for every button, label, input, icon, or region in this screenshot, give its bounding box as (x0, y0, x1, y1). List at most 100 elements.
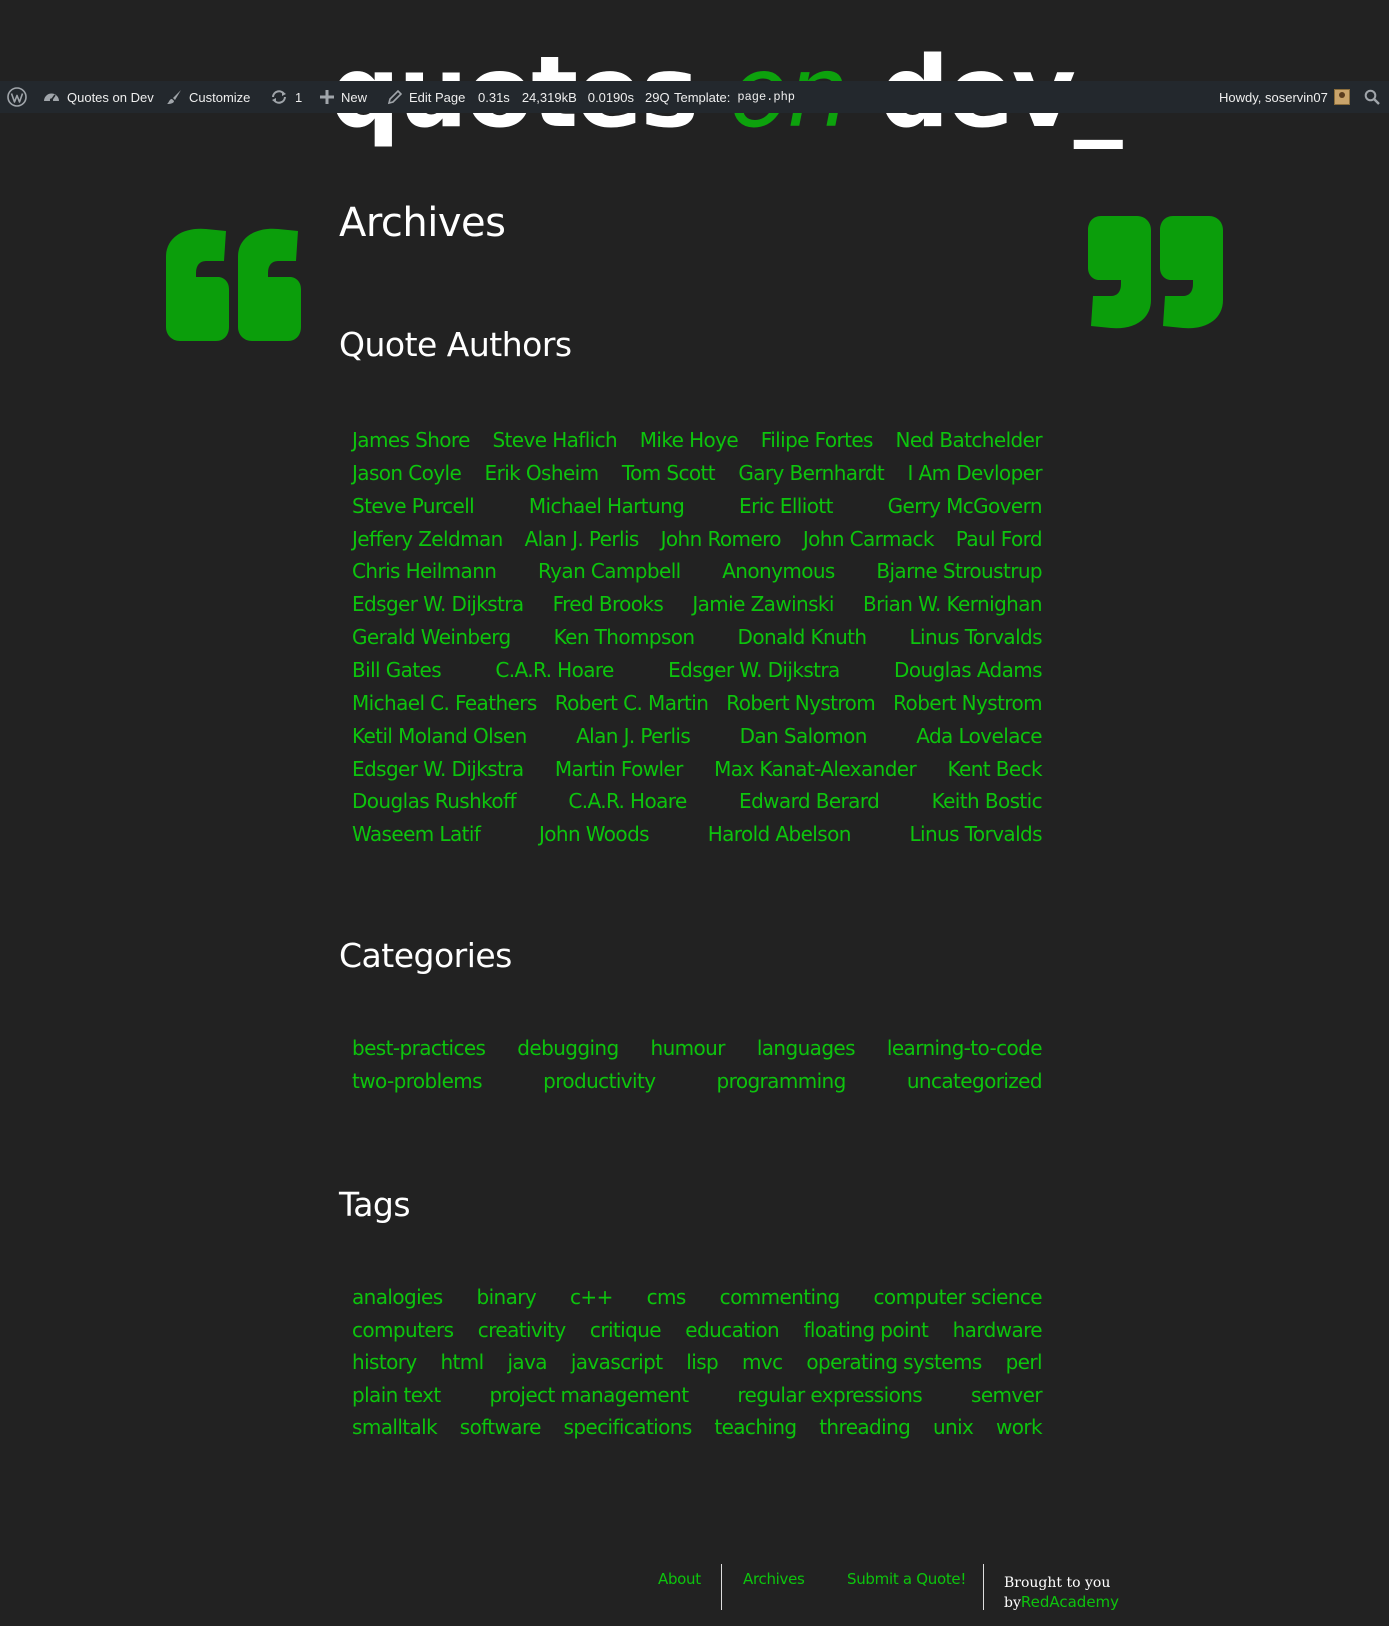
author-link-robert-nystrom[interactable]: Robert Nystrom (726, 691, 875, 715)
author-link-robert-nystrom[interactable]: Robert Nystrom (893, 691, 1042, 715)
footer-link-archives[interactable]: Archives (743, 1570, 805, 1588)
author-link-alan-j-perlis[interactable]: Alan J. Perlis (576, 724, 691, 748)
wordpress-menu[interactable] (7, 81, 27, 113)
tag-link-mvc[interactable]: mvc (742, 1350, 783, 1374)
template-info[interactable]: Template: page.php (674, 81, 795, 113)
author-link-alan-j-perlis[interactable]: Alan J. Perlis (525, 527, 640, 551)
author-link-gerald-weinberg[interactable]: Gerald Weinberg (352, 625, 511, 649)
footer-link-about[interactable]: About (658, 1570, 701, 1588)
author-link-martin-fowler[interactable]: Martin Fowler (555, 757, 683, 781)
author-link-kent-beck[interactable]: Kent Beck (947, 757, 1042, 781)
author-link-donald-knuth[interactable]: Donald Knuth (738, 625, 868, 649)
tag-link-creativity[interactable]: creativity (478, 1318, 566, 1342)
tag-link-lisp[interactable]: lisp (686, 1350, 718, 1374)
tag-link-unix[interactable]: unix (933, 1415, 974, 1439)
author-link-steve-purcell[interactable]: Steve Purcell (352, 494, 475, 518)
tag-link-hardware[interactable]: hardware (953, 1318, 1043, 1342)
site-name-menu[interactable]: Quotes on Dev (43, 81, 154, 113)
author-link-edward-berard[interactable]: Edward Berard (739, 789, 880, 813)
author-link-jason-coyle[interactable]: Jason Coyle (352, 461, 462, 485)
author-link-eric-elliott[interactable]: Eric Elliott (739, 494, 833, 518)
author-link-waseem-latif[interactable]: Waseem Latif (352, 822, 481, 846)
author-link-michael-hartung[interactable]: Michael Hartung (529, 494, 685, 518)
tag-link-project-management[interactable]: project management (489, 1383, 689, 1407)
author-link-mike-hoye[interactable]: Mike Hoye (640, 428, 739, 452)
tag-link-computers[interactable]: computers (352, 1318, 454, 1342)
tag-link-education[interactable]: education (685, 1318, 779, 1342)
author-link-douglas-adams[interactable]: Douglas Adams (894, 658, 1043, 682)
tag-link-plain-text[interactable]: plain text (352, 1383, 441, 1407)
query-monitor-menu[interactable]: 0.31s 24,319kB 0.0190s 29Q (478, 81, 670, 113)
author-link-max-kanat-alexander[interactable]: Max Kanat-Alexander (714, 757, 917, 781)
author-link-chris-heilmann[interactable]: Chris Heilmann (352, 559, 497, 583)
author-link-anonymous[interactable]: Anonymous (722, 559, 835, 583)
author-link-douglas-rushkoff[interactable]: Douglas Rushkoff (352, 789, 517, 813)
category-link-debugging[interactable]: debugging (517, 1036, 619, 1060)
category-link-best-practices[interactable]: best-practices (352, 1036, 486, 1060)
category-link-productivity[interactable]: productivity (543, 1069, 656, 1093)
author-link-ketil-moland-olsen[interactable]: Ketil Moland Olsen (352, 724, 527, 748)
tag-link-history[interactable]: history (352, 1350, 417, 1374)
category-link-programming[interactable]: programming (717, 1069, 847, 1093)
author-link-linus-torvalds[interactable]: Linus Torvalds (909, 625, 1042, 649)
new-content-menu[interactable]: New (320, 81, 367, 113)
tag-link-java[interactable]: java (507, 1350, 547, 1374)
tag-link-html[interactable]: html (440, 1350, 484, 1374)
author-link-steve-haflich[interactable]: Steve Haflich (492, 428, 617, 452)
author-link-fred-brooks[interactable]: Fred Brooks (553, 592, 664, 616)
author-link-john-romero[interactable]: John Romero (661, 527, 782, 551)
author-link-tom-scott[interactable]: Tom Scott (622, 461, 716, 485)
author-link-paul-ford[interactable]: Paul Ford (956, 527, 1043, 551)
author-link-filipe-fortes[interactable]: Filipe Fortes (761, 428, 874, 452)
footer-link-submit[interactable]: Submit a Quote! (847, 1570, 966, 1588)
author-link-bill-gates[interactable]: Bill Gates (352, 658, 442, 682)
author-link-c-a-r-hoare[interactable]: C.A.R. Hoare (495, 658, 614, 682)
tag-link-critique[interactable]: critique (590, 1318, 662, 1342)
author-link-edsger-w-dijkstra[interactable]: Edsger W. Dijkstra (352, 757, 524, 781)
author-link-gerry-mcgovern[interactable]: Gerry McGovern (888, 494, 1043, 518)
updates-menu[interactable]: 1 (270, 81, 302, 113)
author-link-ken-thompson[interactable]: Ken Thompson (554, 625, 696, 649)
author-link-jeffery-zeldman[interactable]: Jeffery Zeldman (352, 527, 503, 551)
author-link-gary-bernhardt[interactable]: Gary Bernhardt (738, 461, 884, 485)
author-link-keith-bostic[interactable]: Keith Bostic (932, 789, 1043, 813)
author-link-harold-abelson[interactable]: Harold Abelson (708, 822, 852, 846)
author-link-brian-w-kernighan[interactable]: Brian W. Kernighan (863, 592, 1043, 616)
my-account-menu[interactable]: Howdy, soservin07 (1219, 81, 1350, 113)
tag-link-analogies[interactable]: analogies (352, 1285, 443, 1309)
tag-link-operating-systems[interactable]: operating systems (806, 1350, 982, 1374)
tag-link-smalltalk[interactable]: smalltalk (352, 1415, 438, 1439)
category-link-two-problems[interactable]: two-problems (352, 1069, 483, 1093)
tag-link-cms[interactable]: cms (647, 1285, 687, 1309)
author-link-i-am-devloper[interactable]: I Am Devloper (907, 461, 1042, 485)
edit-page-menu[interactable]: Edit Page (387, 81, 465, 113)
tag-link-javascript[interactable]: javascript (571, 1350, 663, 1374)
author-link-dan-salomon[interactable]: Dan Salomon (740, 724, 868, 748)
author-link-linus-torvalds[interactable]: Linus Torvalds (909, 822, 1042, 846)
author-link-michael-c-feathers[interactable]: Michael C. Feathers (352, 691, 537, 715)
tag-link-threading[interactable]: threading (819, 1415, 911, 1439)
tag-link-teaching[interactable]: teaching (714, 1415, 797, 1439)
author-link-bjarne-stroustrup[interactable]: Bjarne Stroustrup (876, 559, 1042, 583)
author-link-edsger-w-dijkstra[interactable]: Edsger W. Dijkstra (352, 592, 524, 616)
author-link-james-shore[interactable]: James Shore (352, 428, 470, 452)
search-toggle[interactable] (1364, 81, 1380, 113)
tag-link-specifications[interactable]: specifications (564, 1415, 693, 1439)
author-link-ryan-campbell[interactable]: Ryan Campbell (538, 559, 681, 583)
tag-link-semver[interactable]: semver (971, 1383, 1043, 1407)
author-link-robert-c-martin[interactable]: Robert C. Martin (555, 691, 709, 715)
author-link-john-woods[interactable]: John Woods (539, 822, 650, 846)
author-link-ada-lovelace[interactable]: Ada Lovelace (916, 724, 1042, 748)
tag-link-perl[interactable]: perl (1006, 1350, 1043, 1374)
tag-link-commenting[interactable]: commenting (720, 1285, 841, 1309)
category-link-uncategorized[interactable]: uncategorized (907, 1069, 1043, 1093)
category-link-languages[interactable]: languages (757, 1036, 856, 1060)
tag-link-binary[interactable]: binary (476, 1285, 536, 1309)
category-link-humour[interactable]: humour (651, 1036, 726, 1060)
tag-link-computer-science[interactable]: computer science (874, 1285, 1043, 1309)
author-link-john-carmack[interactable]: John Carmack (803, 527, 935, 551)
tag-link-work[interactable]: work (996, 1415, 1043, 1439)
author-link-erik-osheim[interactable]: Erik Osheim (485, 461, 600, 485)
tag-link-regular-expressions[interactable]: regular expressions (737, 1383, 922, 1407)
customize-menu[interactable]: Customize (166, 81, 250, 113)
